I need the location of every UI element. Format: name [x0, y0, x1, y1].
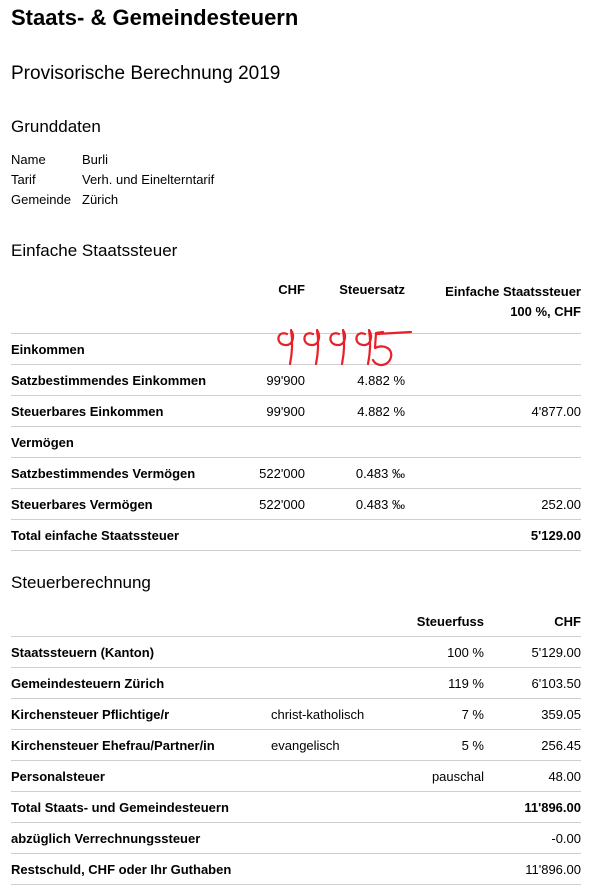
row-steuerfuss: 119 %	[399, 667, 484, 699]
row-chf: 99'900	[241, 395, 305, 427]
table-row: Steuerbares Vermögen 522'000 0.483 ‰ 252…	[11, 488, 581, 520]
grunddaten-row-gemeinde: Gemeinde Zürich	[11, 190, 214, 210]
row-chf: 256.45	[484, 729, 581, 761]
table-row: Personalsteuer pauschal 48.00	[11, 760, 581, 792]
row-value	[405, 333, 581, 365]
restschuld-row: Restschuld, CHF oder Ihr Guthaben 11'896…	[11, 853, 581, 885]
row-label: Kirchensteuer Pflichtige/r	[11, 698, 271, 730]
table-row: Vermögen	[11, 426, 581, 458]
restschuld-label: Restschuld, CHF oder Ihr Guthaben	[11, 853, 399, 885]
grunddaten-row-tarif: Tarif Verh. und Einelterntarif	[11, 170, 214, 190]
header-einfache-staatssteuer: Einfache Staatssteuer 100 %, CHF	[405, 273, 581, 334]
row-chf	[241, 426, 305, 458]
row-chf: 522'000	[241, 457, 305, 489]
row-label: Einkommen	[11, 333, 241, 365]
row-label: Satzbestimmendes Einkommen	[11, 364, 241, 396]
header-steuerfuss: Steuerfuss	[399, 606, 484, 637]
row-steuersatz: 4.882 %	[305, 395, 405, 427]
row-steuersatz	[305, 426, 405, 458]
row-steuerfuss: 100 %	[399, 636, 484, 668]
row-label: Steuerbares Einkommen	[11, 395, 241, 427]
row-steuerfuss: 5 %	[399, 729, 484, 761]
page-title: Staats- & Gemeindesteuern	[11, 5, 299, 30]
verrechnungssteuer-label: abzüglich Verrechnungssteuer	[11, 822, 399, 854]
total-row: Total Staats- und Gemeindesteuern 11'896…	[11, 791, 581, 823]
page-subtitle: Provisorische Berechnung 2019	[11, 63, 281, 84]
row-detail	[271, 636, 399, 668]
grunddaten-value: Burli	[82, 152, 109, 167]
row-steuerfuss: 7 %	[399, 698, 484, 730]
row-label: Gemeindesteuern Zürich	[11, 667, 271, 699]
row-value	[405, 426, 581, 458]
header-chf: CHF	[484, 606, 581, 637]
row-value	[405, 457, 581, 489]
table-row: Kirchensteuer Pflichtige/r christ-kathol…	[11, 698, 581, 730]
row-value: 4'877.00	[405, 395, 581, 427]
row-label: Kirchensteuer Ehefrau/Partner/in	[11, 729, 271, 761]
row-value	[405, 364, 581, 396]
row-chf: 6'103.50	[484, 667, 581, 699]
row-chf: 522'000	[241, 488, 305, 520]
row-detail: evangelisch	[271, 729, 399, 761]
row-label: Staatssteuern (Kanton)	[11, 636, 271, 668]
table-row: Steuerbares Einkommen 99'900 4.882 % 4'8…	[11, 395, 581, 427]
table-row: Satzbestimmendes Vermögen 522'000 0.483 …	[11, 457, 581, 489]
row-steuerfuss: pauschal	[399, 760, 484, 792]
verrechnungssteuer-value: -0.00	[484, 822, 581, 854]
grunddaten-key: Gemeinde	[11, 192, 71, 207]
grunddaten-heading: Grunddaten	[11, 117, 101, 136]
steuerberechnung-heading: Steuerberechnung	[11, 573, 151, 592]
table-row: Gemeindesteuern Zürich 119 % 6'103.50	[11, 667, 581, 699]
grunddaten-key: Tarif	[11, 172, 36, 187]
steuerberechnung-table: Steuerfuss CHF Staatssteuern (Kanton) 10…	[11, 606, 581, 885]
verrechnungssteuer-row: abzüglich Verrechnungssteuer -0.00	[11, 822, 581, 854]
staatssteuer-heading: Einfache Staatssteuer	[11, 241, 178, 260]
total-label: Total Staats- und Gemeindesteuern	[11, 791, 399, 823]
row-value: 252.00	[405, 488, 581, 520]
grunddaten-key: Name	[11, 152, 46, 167]
row-steuersatz: 0.483 ‰	[305, 457, 405, 489]
row-steuersatz: 0.483 ‰	[305, 488, 405, 520]
total-row: Total einfache Staatssteuer 5'129.00	[11, 519, 581, 551]
row-detail	[271, 760, 399, 792]
grunddaten-list: Name Burli Tarif Verh. und Einelterntari…	[11, 150, 214, 210]
row-label: Steuerbares Vermögen	[11, 488, 241, 520]
table-header-row: Steuerfuss CHF	[11, 606, 581, 637]
row-label: Personalsteuer	[11, 760, 271, 792]
row-detail: christ-katholisch	[271, 698, 399, 730]
row-chf: 359.05	[484, 698, 581, 730]
header-einfache-line2: 100 %, CHF	[510, 304, 581, 319]
table-row: Staatssteuern (Kanton) 100 % 5'129.00	[11, 636, 581, 668]
total-label: Total einfache Staatssteuer	[11, 519, 241, 551]
row-detail	[271, 667, 399, 699]
table-row: Kirchensteuer Ehefrau/Partner/in evangel…	[11, 729, 581, 761]
total-value: 5'129.00	[405, 519, 581, 551]
header-einfache-line1: Einfache Staatssteuer	[445, 284, 581, 299]
row-chf: 5'129.00	[484, 636, 581, 668]
grunddaten-row-name: Name Burli	[11, 150, 214, 170]
row-label: Vermögen	[11, 426, 241, 458]
staatssteuer-table: CHF Steuersatz Einfache Staatssteuer 100…	[11, 273, 581, 551]
grunddaten-value: Zürich	[82, 192, 119, 207]
restschuld-value: 11'896.00	[484, 853, 581, 885]
total-value: 11'896.00	[484, 791, 581, 823]
row-chf: 48.00	[484, 760, 581, 792]
grunddaten-value: Verh. und Einelterntarif	[82, 172, 215, 187]
handwritten-annotation	[277, 328, 413, 367]
row-label: Satzbestimmendes Vermögen	[11, 457, 241, 489]
